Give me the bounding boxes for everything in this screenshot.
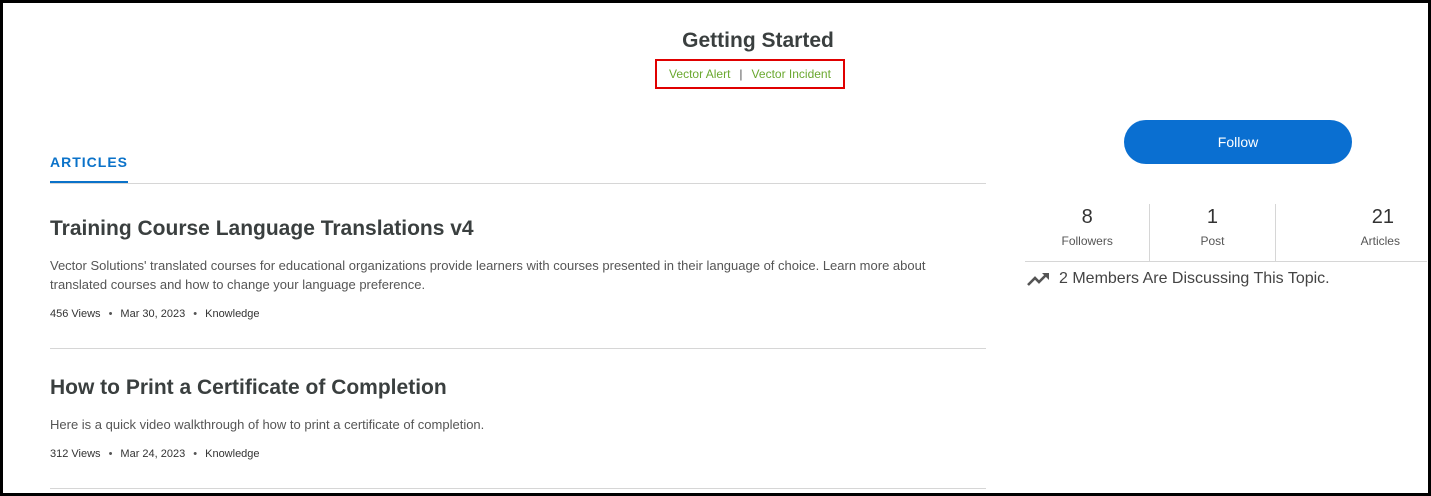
stat-articles[interactable]: 21 Articles — [1274, 204, 1427, 261]
article-date: Mar 24, 2023 — [120, 448, 186, 460]
breadcrumb: Vector Alert | Vector Incident — [655, 59, 845, 89]
breadcrumb-link-vector-alert[interactable]: Vector Alert — [669, 67, 730, 81]
stat-label: Articles — [1360, 234, 1400, 248]
meta-dot: • — [193, 448, 198, 460]
article-item: How to Print a Certificate of Completion… — [50, 376, 986, 460]
article-item: Training Course Language Translations v4… — [50, 217, 986, 320]
discussion-text: 2 Members Are Discussing This Topic. — [1059, 270, 1330, 287]
page-title: Getting Started — [682, 29, 834, 52]
stat-followers[interactable]: 8 Followers — [1025, 204, 1149, 261]
meta-dot: • — [108, 308, 113, 320]
meta-dot: • — [108, 448, 113, 460]
stat-label: Post — [1200, 234, 1225, 248]
article-summary: Vector Solutions' translated courses for… — [50, 258, 926, 292]
stat-value: 8 — [1081, 206, 1093, 228]
article-divider — [50, 488, 986, 489]
article-meta: 312 Views • Mar 24, 2023 • Knowledge — [50, 448, 986, 460]
tab-articles[interactable]: ARTICLES — [50, 152, 128, 183]
trending-up-icon — [1027, 273, 1049, 286]
meta-dot: • — [193, 308, 198, 320]
discussion-summary: 2 Members Are Discussing This Topic. — [1027, 270, 1330, 288]
article-category[interactable]: Knowledge — [205, 308, 259, 320]
article-date: Mar 30, 2023 — [120, 308, 186, 320]
article-divider — [50, 348, 986, 349]
breadcrumb-link-vector-incident[interactable]: Vector Incident — [752, 67, 831, 81]
stat-value: 1 — [1206, 206, 1219, 228]
stat-value: 21 — [1371, 206, 1394, 228]
article-meta: 456 Views • Mar 30, 2023 • Knowledge — [50, 308, 986, 320]
article-summary: Here is a quick video walkthrough of how… — [50, 417, 485, 432]
page-header: Getting Started — [600, 29, 916, 53]
follow-button[interactable]: Follow — [1124, 120, 1352, 164]
stat-label: Followers — [1061, 234, 1113, 248]
article-views: 456 Views — [50, 308, 101, 320]
article-title[interactable]: How to Print a Certificate of Completion — [50, 376, 986, 400]
breadcrumb-separator: | — [739, 67, 743, 81]
tab-bar: ARTICLES — [50, 152, 986, 184]
topic-stats: 8 Followers 1 Post 21 Articles — [1025, 204, 1427, 262]
article-title[interactable]: Training Course Language Translations v4 — [50, 217, 986, 241]
stat-posts[interactable]: 1 Post — [1149, 204, 1274, 261]
article-views: 312 Views — [50, 448, 101, 460]
article-category[interactable]: Knowledge — [205, 448, 259, 460]
